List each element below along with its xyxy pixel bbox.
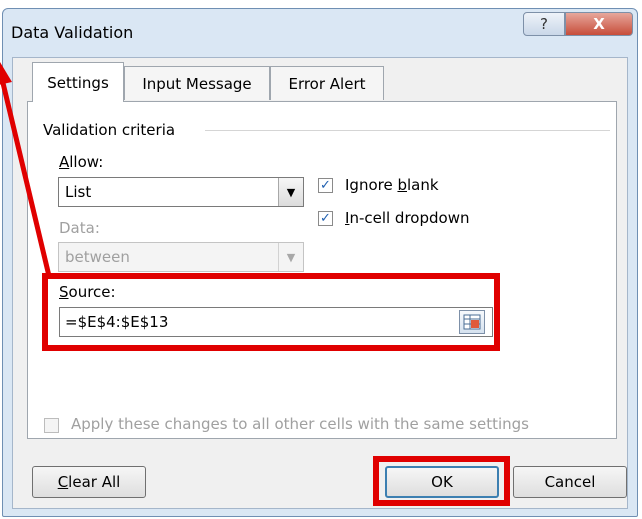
tab-input-message-label: Input Message xyxy=(142,74,252,93)
data-value: between xyxy=(65,248,130,266)
cancel-label: Cancel xyxy=(544,473,596,491)
title-bar[interactable]: Data Validation ? X xyxy=(3,9,637,59)
tab-error-alert-label: Error Alert xyxy=(288,74,366,93)
cancel-button[interactable]: Cancel xyxy=(513,466,627,498)
clear-all-label: Clear All xyxy=(57,473,121,491)
close-button[interactable]: X xyxy=(565,12,633,36)
group-divider xyxy=(205,130,610,131)
help-icon: ? xyxy=(540,15,548,33)
in-cell-dropdown-checkbox[interactable]: ✓ xyxy=(318,211,333,226)
chevron-down-icon[interactable]: ▼ xyxy=(278,178,303,206)
in-cell-dropdown-label: In-cell dropdown xyxy=(345,209,470,227)
checkmark-icon: ✓ xyxy=(320,211,331,226)
validation-criteria-label: Validation criteria xyxy=(43,121,176,139)
data-dropdown: between ▼ xyxy=(58,242,304,272)
ignore-blank-label: Ignore blank xyxy=(345,176,439,194)
tab-error-alert[interactable]: Error Alert xyxy=(270,66,384,100)
dialog-title: Data Validation xyxy=(11,23,134,42)
allow-label: Allow: xyxy=(59,153,104,171)
tab-input-message[interactable]: Input Message xyxy=(124,66,270,100)
apply-all-label: Apply these changes to all other cells w… xyxy=(71,415,529,433)
ignore-blank-checkbox[interactable]: ✓ xyxy=(318,178,333,193)
allow-dropdown[interactable]: List ▼ xyxy=(58,177,304,207)
clear-all-button[interactable]: Clear All xyxy=(32,466,146,498)
allow-value: List xyxy=(65,183,92,201)
ok-highlight-box xyxy=(373,456,510,506)
help-button[interactable]: ? xyxy=(523,12,565,36)
apply-all-checkbox xyxy=(44,418,59,433)
chevron-down-icon: ▼ xyxy=(278,243,303,271)
data-label: Data: xyxy=(59,219,100,237)
tab-settings-label: Settings xyxy=(47,73,109,92)
checkmark-icon: ✓ xyxy=(320,178,331,193)
close-icon: X xyxy=(593,15,605,33)
tab-settings[interactable]: Settings xyxy=(32,62,124,102)
source-highlight-box xyxy=(42,273,500,351)
